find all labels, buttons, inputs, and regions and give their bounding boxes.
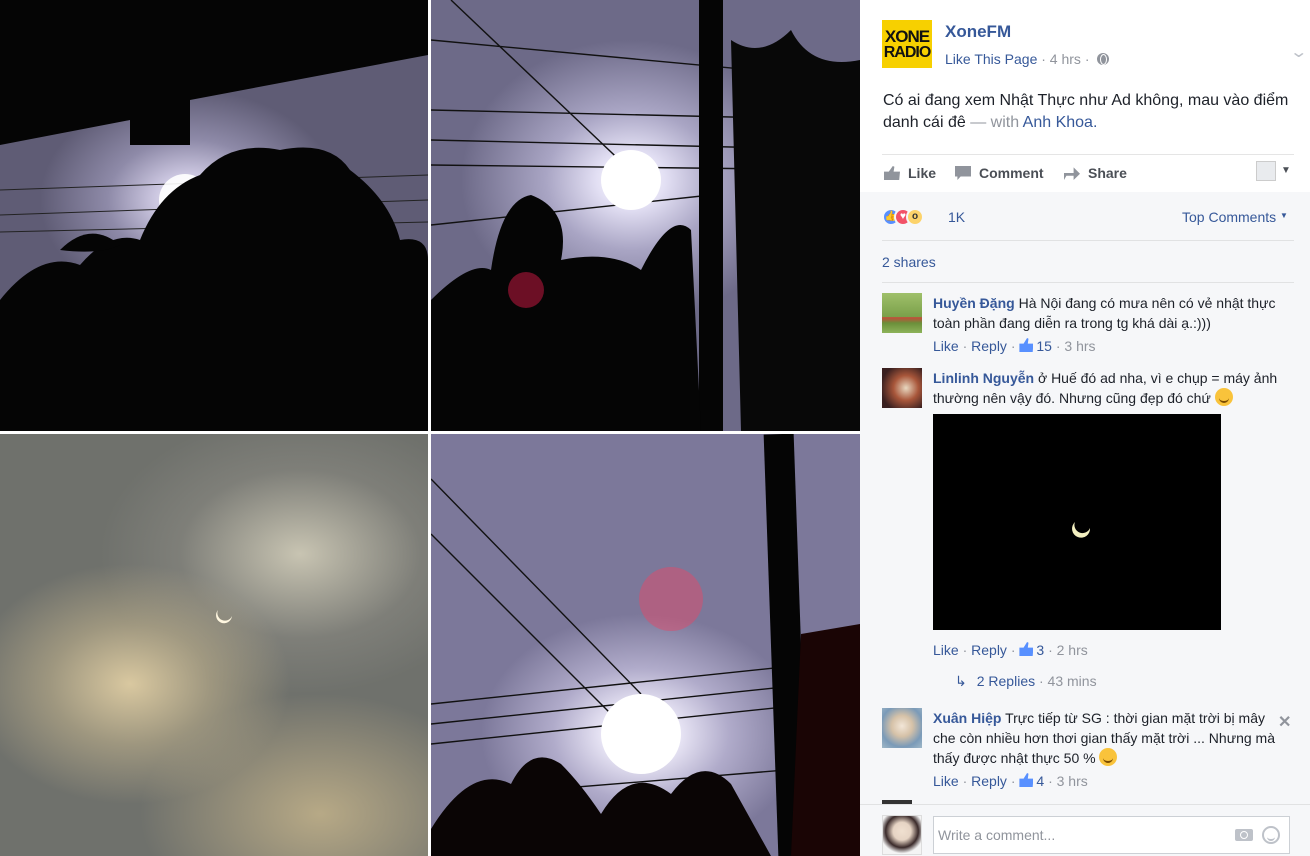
- comment-like-link[interactable]: Like: [933, 338, 959, 354]
- like-icon: [884, 166, 900, 180]
- comment-like-link[interactable]: Like: [933, 642, 959, 658]
- tagged-user-link[interactable]: Anh Khoa: [1023, 114, 1093, 131]
- comment-like-link[interactable]: Like: [933, 773, 959, 789]
- post-message: Có ai đang xem Nhật Thực như Ad không, m…: [883, 90, 1293, 134]
- like-icon: [1019, 338, 1034, 352]
- comment-composer: [860, 804, 1310, 856]
- post-time[interactable]: · 4 hrs ·: [1041, 51, 1089, 67]
- comment-actions: Like · Reply · 3 · 2 hrs: [933, 642, 1088, 658]
- viewer-avatar[interactable]: [1256, 161, 1276, 181]
- photo-1[interactable]: [0, 0, 428, 431]
- post-photo-collage[interactable]: [0, 0, 860, 856]
- like-icon: [1019, 773, 1034, 787]
- logo-line-1: XONE: [884, 26, 930, 46]
- page-avatar[interactable]: XONE RADIO: [882, 20, 932, 68]
- reaction-count[interactable]: 1K: [948, 209, 965, 225]
- caret-down-icon[interactable]: ▼: [1281, 165, 1291, 176]
- globe-icon: [1097, 53, 1110, 65]
- eclipse-photo: [1072, 522, 1091, 538]
- feedback-section: 👍 ♥ o 1K Top Comments ▼ 2 shares Huyền Đ…: [860, 192, 1310, 856]
- comment-label: Comment: [979, 165, 1044, 181]
- comment-actions: Like · Reply · 15 · 3 hrs: [933, 338, 1096, 354]
- comment-icon: [955, 166, 971, 180]
- shares-link[interactable]: 2 shares: [882, 254, 936, 270]
- avatar[interactable]: [882, 368, 922, 408]
- page-name-link[interactable]: XoneFM: [945, 22, 1011, 42]
- like-icon: [1019, 642, 1034, 656]
- camera-icon[interactable]: [1235, 829, 1253, 841]
- post-header: XONE RADIO XoneFM Like This Page · 4 hrs…: [882, 20, 1308, 70]
- post-action-bar: Like Comment Share ▼: [882, 154, 1294, 192]
- comment-body: Huyền Đặng Hà Nội đang có mưa nên có vẻ …: [933, 293, 1283, 333]
- comment-like-count[interactable]: 15: [1036, 338, 1052, 354]
- commenter-name[interactable]: Huyền Đặng: [933, 295, 1015, 311]
- comment-photo[interactable]: [933, 414, 1221, 630]
- comment-actions: Like · Reply · 4 · 3 hrs: [933, 773, 1088, 789]
- replies-count: 2 Replies: [976, 673, 1036, 689]
- photo-2[interactable]: [431, 0, 860, 431]
- commenter-name[interactable]: Xuân Hiệp: [933, 710, 1001, 726]
- divider: [882, 282, 1294, 283]
- comment-like-count[interactable]: 3: [1036, 642, 1044, 658]
- comment-reply-link[interactable]: Reply: [971, 338, 1007, 354]
- tag-suffix: .: [1092, 114, 1098, 131]
- comment-like-count[interactable]: 4: [1036, 773, 1044, 789]
- reactions-row[interactable]: 👍 ♥ o 1K Top Comments ▼: [882, 204, 1294, 230]
- view-replies-link[interactable]: ↳ 2 Replies · 43 mins: [955, 673, 1097, 690]
- with-label: — with: [970, 114, 1020, 131]
- share-button[interactable]: Share: [1064, 165, 1127, 181]
- share-label: Share: [1088, 165, 1127, 181]
- comment-body: Linlinh Nguyễn ở Huế đó ad nha, vì e chụ…: [933, 368, 1283, 408]
- like-label: Like: [908, 165, 937, 181]
- comment-time[interactable]: · 2 hrs: [1048, 642, 1088, 658]
- comment-time[interactable]: · 3 hrs: [1056, 338, 1096, 354]
- smile-emoji-icon: [1214, 388, 1233, 406]
- logo-line-2: RADIO: [883, 43, 932, 61]
- comment-reply-link[interactable]: Reply: [971, 642, 1007, 658]
- reply-arrow-icon: ↳: [955, 673, 967, 689]
- avatar[interactable]: [882, 293, 922, 333]
- commenter-name[interactable]: Linlinh Nguyễn: [933, 370, 1034, 386]
- comment-time[interactable]: · 3 hrs: [1048, 773, 1088, 789]
- avatar[interactable]: [882, 815, 922, 855]
- post-panel: XONE RADIO XoneFM Like This Page · 4 hrs…: [860, 0, 1310, 856]
- comment-reply-link[interactable]: Reply: [971, 773, 1007, 789]
- chevron-down-icon[interactable]: ⌄: [1289, 42, 1308, 62]
- avatar[interactable]: [882, 708, 922, 748]
- close-icon[interactable]: ✕: [1278, 712, 1291, 732]
- wow-reaction-icon: o: [906, 208, 924, 226]
- comment-sort-dropdown[interactable]: Top Comments ▼: [1182, 209, 1288, 225]
- caret-down-icon: ▼: [1280, 211, 1288, 220]
- post-meta: Like This Page · 4 hrs ·: [945, 51, 1110, 67]
- like-button[interactable]: Like: [884, 165, 936, 181]
- emoji-icon[interactable]: [1262, 826, 1280, 844]
- replies-time: · 43 mins: [1039, 673, 1097, 689]
- photo-4[interactable]: [431, 434, 860, 856]
- like-page-link[interactable]: Like This Page: [945, 51, 1037, 67]
- share-icon: [1064, 167, 1080, 180]
- photo-3[interactable]: [0, 434, 428, 856]
- comment-body: Xuân Hiệp Trực tiếp từ SG : thời gian mặ…: [933, 708, 1283, 768]
- divider: [882, 240, 1294, 241]
- sort-label: Top Comments: [1182, 209, 1277, 225]
- grin-emoji-icon: [1099, 748, 1118, 766]
